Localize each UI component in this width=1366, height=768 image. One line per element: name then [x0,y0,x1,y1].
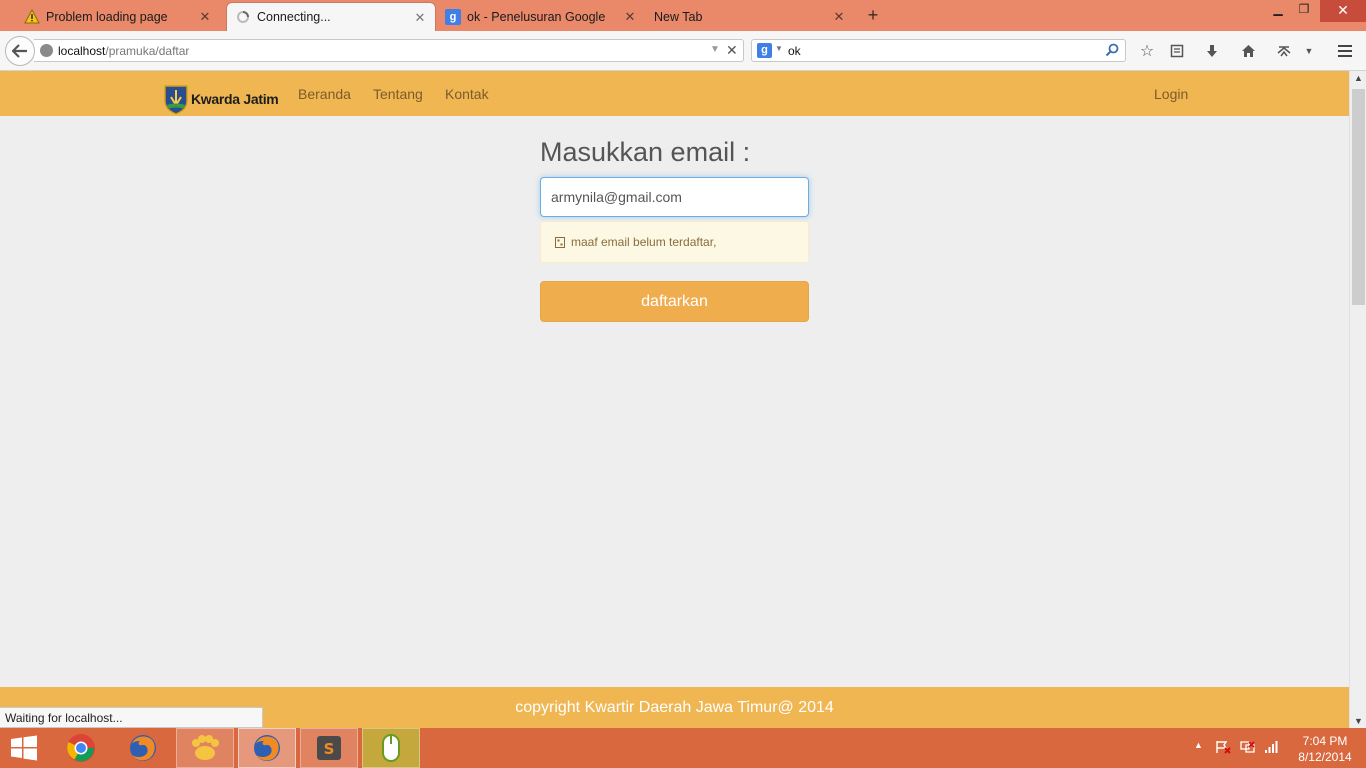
brand-name: Kwarda Jatim [191,91,279,107]
nav-link-tentang[interactable]: Tentang [373,86,423,102]
home-icon[interactable] [1238,41,1258,61]
tab-label: Connecting... [257,10,331,24]
signal-strength-icon[interactable] [1264,740,1280,757]
nav-link-kontak[interactable]: Kontak [445,86,489,102]
sublime-text-icon[interactable]: S [300,728,358,768]
copyright-text: copyright Kwartir Daerah Jawa Timur@ 201… [515,699,834,716]
browser-tab-bar: Problem loading page ✕ Connecting... ✕ g… [0,0,1366,31]
svg-text:S: S [324,740,335,758]
page-title: Masukkan email : [540,137,751,167]
clock-date: 8/12/2014 [1298,750,1352,764]
download-icon[interactable] [1202,41,1222,61]
tray-expand-icon[interactable]: ▲ [1194,740,1203,750]
kwarda-logo-icon [164,83,188,115]
restore-icon[interactable]: ❐ [1291,2,1317,16]
back-button[interactable] [5,36,35,66]
alert-glyph-icon [555,236,565,248]
url-text[interactable]: localhost/pramuka/daftar [58,44,189,58]
menu-icon[interactable] [1335,41,1355,61]
minimize-icon[interactable]: ▁ [1265,2,1291,16]
loading-spinner-icon [235,9,251,25]
clock-time: 7:04 PM [1302,734,1348,748]
reading-list-icon[interactable] [1167,41,1187,61]
search-icon[interactable] [1105,43,1119,62]
network-icon[interactable] [1240,740,1256,757]
status-text: Waiting for localhost... [0,707,263,728]
site-header: Kwarda Jatim Beranda Tentang Kontak Logi… [0,71,1349,116]
nav-link-beranda[interactable]: Beranda [298,86,351,102]
search-bar[interactable]: g ▼ ok [751,39,1126,62]
close-icon[interactable]: ✕ [832,9,846,25]
page-scrollbar[interactable]: ▲ ▼ [1349,71,1366,728]
close-icon[interactable]: ✕ [198,9,212,25]
close-icon[interactable]: ✕ [623,9,637,25]
google-icon[interactable]: g [757,43,772,58]
engine-dropdown-icon[interactable]: ▼ [775,44,783,53]
scroll-thumb[interactable] [1352,89,1365,305]
firefox-icon[interactable] [238,728,296,768]
scroll-up-icon[interactable]: ▲ [1354,73,1363,83]
main-content: Masukkan email : maaf email belum terdaf… [0,116,1349,687]
nav-link-login[interactable]: Login [1154,86,1188,102]
firefox-icon[interactable] [114,728,172,768]
mouse-app-icon[interactable] [362,728,420,768]
tab-label: New Tab [654,9,703,24]
warning-icon [24,9,40,25]
email-field[interactable] [540,177,809,217]
url-bar[interactable]: localhost/pramuka/daftar ▼ ✕ [34,39,744,62]
paw-app-icon[interactable] [176,728,234,768]
star-icon[interactable]: ☆ [1137,41,1157,61]
google-icon: g [445,8,461,25]
register-button[interactable]: daftarkan [540,281,809,322]
brand-link[interactable]: Kwarda Jatim [164,83,279,115]
window-close-icon[interactable]: ✕ [1320,0,1366,22]
search-query[interactable]: ok [788,44,801,58]
url-host: localhost [58,44,106,58]
action-center-flag-icon[interactable] [1215,740,1231,757]
system-clock[interactable]: 7:04 PM 8/12/2014 [1290,733,1360,765]
tab-connecting[interactable]: Connecting... ✕ [226,2,436,31]
scroll-down-icon[interactable]: ▼ [1354,716,1363,726]
history-dropdown-icon[interactable]: ▼ [710,44,720,55]
alert-message: maaf email belum terdaftar, [571,235,717,249]
tab-label: ok - Penelusuran Google [467,9,606,24]
addon-dropdown-icon[interactable]: ▼ [1299,41,1319,61]
back-arrow-icon [12,44,27,58]
addon-icon[interactable] [1274,41,1294,61]
globe-icon [40,44,53,57]
windows-taskbar: S ▲ 7:04 PM 8/12/2014 [0,728,1366,768]
windows-start-icon[interactable] [10,735,38,761]
tab-problem-loading[interactable]: Problem loading page ✕ [0,2,220,31]
warning-alert: maaf email belum terdaftar, [540,221,809,263]
stop-icon[interactable]: ✕ [726,42,738,59]
browser-nav-bar: localhost/pramuka/daftar ▼ ✕ g ▼ ok ☆ ▼ [0,31,1366,71]
tab-label: Problem loading page [46,9,168,24]
tab-google-search[interactable]: g ok - Penelusuran Google ✕ [437,2,645,31]
tab-new-tab[interactable]: New Tab ✕ [646,2,854,31]
close-icon[interactable]: ✕ [413,10,427,26]
chrome-icon[interactable] [52,728,110,768]
new-tab-plus-icon[interactable]: + [864,5,882,26]
url-path: /pramuka/daftar [105,44,190,58]
